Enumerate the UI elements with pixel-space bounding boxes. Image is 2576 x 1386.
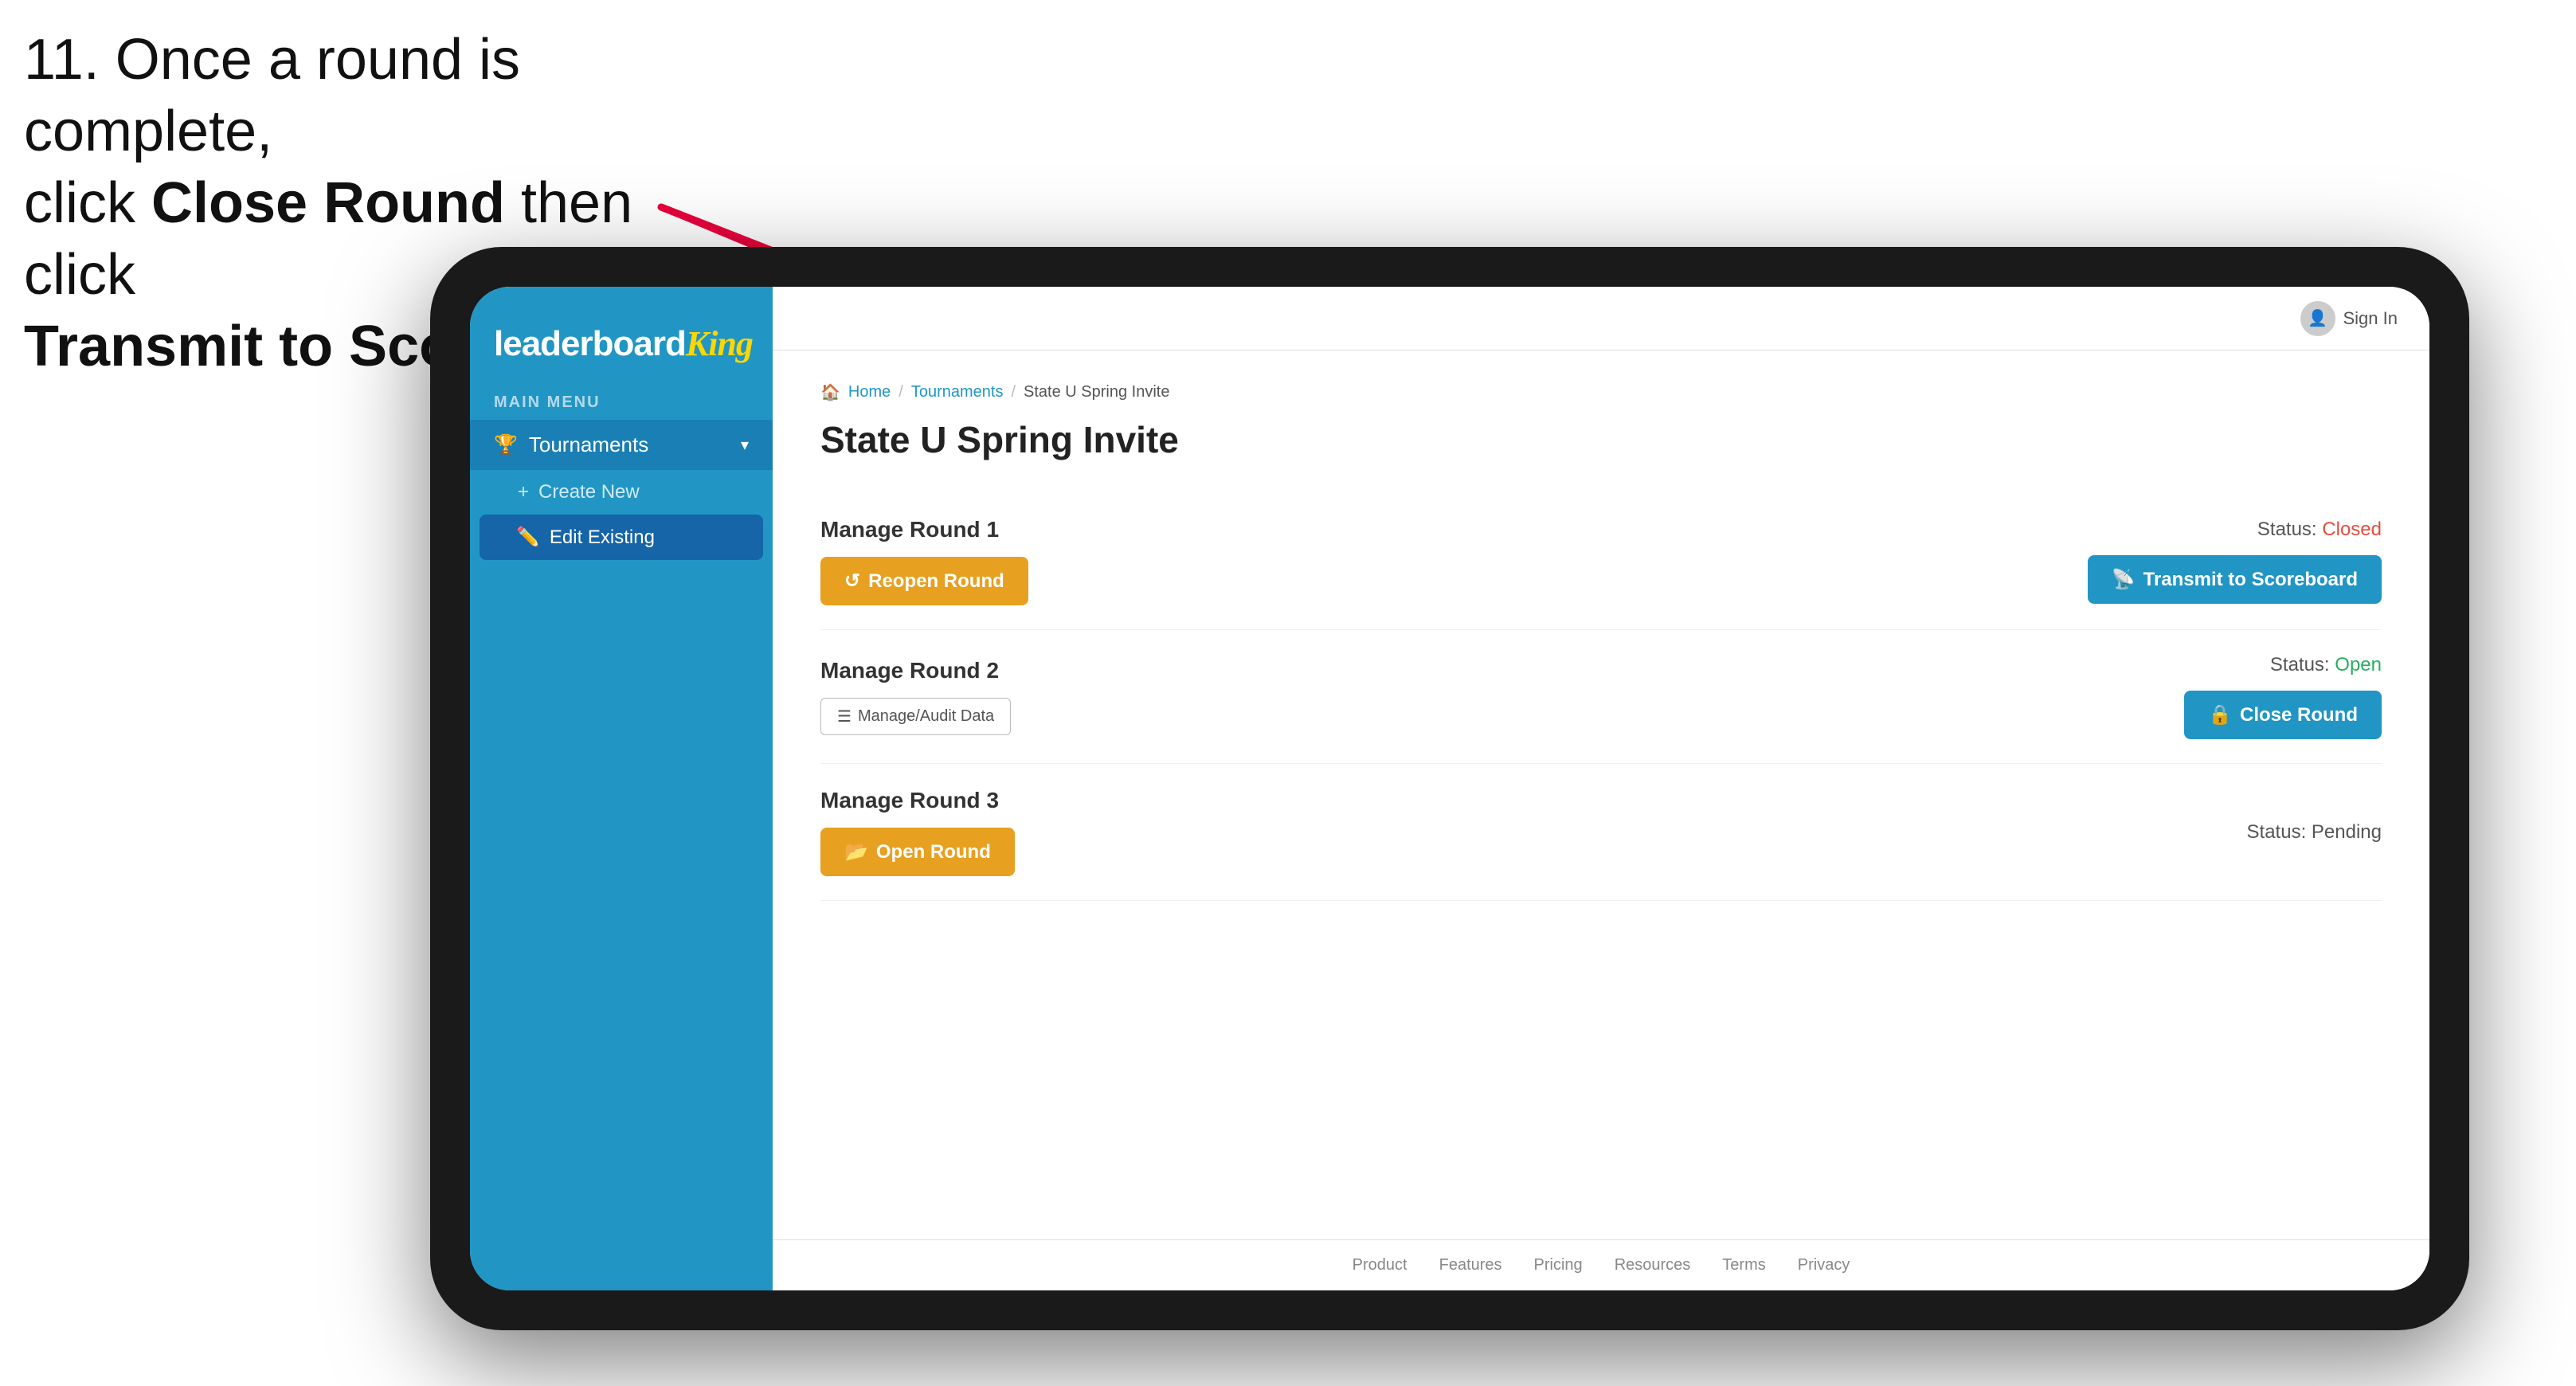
top-bar: 👤 Sign In bbox=[773, 287, 2429, 350]
create-new-label: Create New bbox=[538, 481, 640, 503]
tablet-frame: leaderboardKing MAIN MENU 🏆 Tournaments … bbox=[430, 247, 2469, 1330]
instruction-line2: click bbox=[24, 171, 151, 235]
sidebar: leaderboardKing MAIN MENU 🏆 Tournaments … bbox=[470, 287, 773, 1290]
sidebar-tournaments-label: Tournaments bbox=[529, 433, 648, 457]
main-content: 👤 Sign In 🏠 Home / Tournaments / State U… bbox=[773, 287, 2429, 1290]
round3-status: Status: Pending bbox=[2247, 821, 2382, 844]
round1-status: Status: Closed bbox=[2257, 519, 2382, 541]
audit-icon: ☰ bbox=[837, 707, 851, 726]
round3-title: Manage Round 3 bbox=[820, 788, 1015, 813]
open-round-label: Open Round bbox=[876, 841, 991, 863]
round1-status-value: Closed bbox=[2322, 519, 2382, 540]
trophy-icon: 🏆 bbox=[494, 433, 518, 456]
tablet-screen: leaderboardKing MAIN MENU 🏆 Tournaments … bbox=[470, 287, 2429, 1290]
close-icon: 🔒 bbox=[2208, 703, 2232, 726]
footer-product[interactable]: Product bbox=[1353, 1256, 1407, 1274]
footer: Product Features Pricing Resources Terms… bbox=[773, 1239, 2429, 1290]
round1-title: Manage Round 1 bbox=[820, 517, 1028, 542]
round2-title: Manage Round 2 bbox=[820, 658, 1011, 683]
sidebar-item-tournaments[interactable]: 🏆 Tournaments ▾ bbox=[470, 420, 773, 470]
round2-status-value: Open bbox=[2335, 654, 2382, 675]
open-icon: 📂 bbox=[844, 840, 868, 863]
sidebar-item-create-new[interactable]: + Create New bbox=[470, 470, 773, 515]
edit-icon: ✏️ bbox=[516, 526, 540, 549]
reopen-round-button[interactable]: ↺ Reopen Round bbox=[820, 557, 1028, 605]
avatar: 👤 bbox=[2300, 301, 2335, 336]
footer-privacy[interactable]: Privacy bbox=[1798, 1256, 1850, 1274]
round2-status: Status: Open bbox=[2270, 654, 2382, 676]
footer-pricing[interactable]: Pricing bbox=[1534, 1256, 1583, 1274]
plus-icon: + bbox=[518, 481, 529, 503]
logo-king: King bbox=[686, 324, 753, 363]
round3-section: Manage Round 3 📂 Open Round Status: Pend… bbox=[820, 764, 2382, 901]
footer-resources[interactable]: Resources bbox=[1615, 1256, 1691, 1274]
breadcrumb-current: State U Spring Invite bbox=[1024, 383, 1169, 401]
logo-leaderboard: leaderboard bbox=[494, 324, 686, 363]
breadcrumb-home[interactable]: Home bbox=[848, 383, 891, 401]
round2-right: Status: Open 🔒 Close Round bbox=[2184, 654, 2382, 739]
sidebar-item-edit-existing[interactable]: ✏️ Edit Existing bbox=[480, 515, 763, 560]
round3-left: Manage Round 3 📂 Open Round bbox=[820, 788, 1015, 876]
close-round-button[interactable]: 🔒 Close Round bbox=[2184, 691, 2382, 739]
sidebar-menu-label: MAIN MENU bbox=[470, 378, 773, 420]
sign-in-label: Sign In bbox=[2343, 308, 2398, 329]
chevron-down-icon: ▾ bbox=[741, 435, 749, 455]
round3-right: Status: Pending bbox=[2247, 821, 2382, 844]
footer-features[interactable]: Features bbox=[1439, 1256, 1502, 1274]
transmit-icon: 📡 bbox=[2112, 568, 2136, 591]
footer-terms[interactable]: Terms bbox=[1722, 1256, 1765, 1274]
edit-existing-label: Edit Existing bbox=[550, 527, 655, 549]
round3-status-label: Status: bbox=[2247, 821, 2307, 843]
instruction-bold1: Close Round bbox=[151, 171, 505, 235]
instruction-line1: 11. Once a round is complete, bbox=[24, 28, 520, 163]
round2-status-label: Status: bbox=[2270, 654, 2330, 675]
content-area: 🏠 Home / Tournaments / State U Spring In… bbox=[773, 350, 2429, 1239]
manage-audit-label: Manage/Audit Data bbox=[858, 707, 994, 726]
breadcrumb-sep2: / bbox=[1011, 383, 1016, 401]
sign-in-button[interactable]: 👤 Sign In bbox=[2300, 301, 2398, 336]
open-round-button[interactable]: 📂 Open Round bbox=[820, 828, 1015, 876]
breadcrumb-sep1: / bbox=[898, 383, 903, 401]
round2-left: Manage Round 2 ☰ Manage/Audit Data bbox=[820, 658, 1011, 735]
app-layout: leaderboardKing MAIN MENU 🏆 Tournaments … bbox=[470, 287, 2429, 1290]
transmit-scoreboard-label: Transmit to Scoreboard bbox=[2143, 569, 2358, 591]
round2-section: Manage Round 2 ☰ Manage/Audit Data Statu… bbox=[820, 630, 2382, 764]
breadcrumb-tournaments[interactable]: Tournaments bbox=[911, 383, 1004, 401]
round1-section: Manage Round 1 ↺ Reopen Round Status: Cl… bbox=[820, 493, 2382, 630]
round1-right: Status: Closed 📡 Transmit to Scoreboard bbox=[2088, 519, 2382, 604]
round1-status-label: Status: bbox=[2257, 519, 2317, 540]
page-title: State U Spring Invite bbox=[820, 418, 2382, 461]
round1-left: Manage Round 1 ↺ Reopen Round bbox=[820, 517, 1028, 605]
reopen-round-label: Reopen Round bbox=[868, 570, 1004, 593]
close-round-label: Close Round bbox=[2240, 704, 2358, 726]
transmit-scoreboard-button[interactable]: 📡 Transmit to Scoreboard bbox=[2088, 555, 2382, 604]
breadcrumb-icon: 🏠 bbox=[820, 382, 840, 402]
reopen-icon: ↺ bbox=[844, 570, 860, 593]
logo: leaderboardKing bbox=[470, 303, 773, 378]
manage-audit-button[interactable]: ☰ Manage/Audit Data bbox=[820, 698, 1011, 735]
round3-status-value: Pending bbox=[2312, 821, 2382, 843]
breadcrumb: 🏠 Home / Tournaments / State U Spring In… bbox=[820, 382, 2382, 402]
